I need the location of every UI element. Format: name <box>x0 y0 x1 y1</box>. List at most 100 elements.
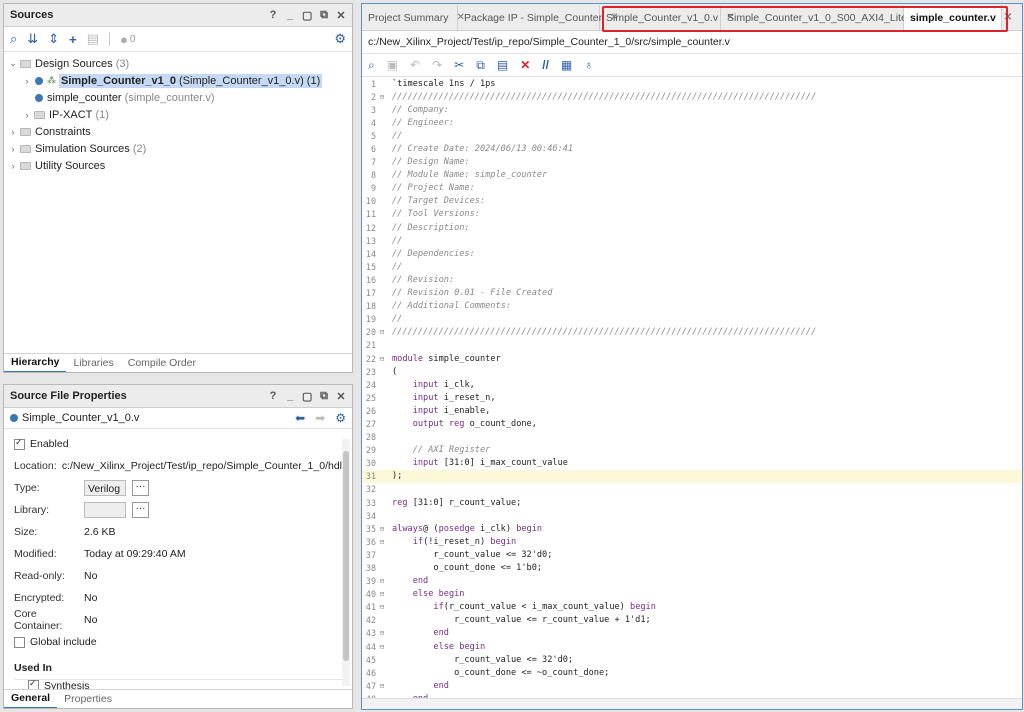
code-area[interactable]: 1 `timescale 1ns / 1ps 2 ⊟/////////////////… <box>362 77 1022 706</box>
code-line[interactable]: 44 ⊟ else begin <box>362 640 1022 653</box>
add-sources-icon[interactable]: + <box>69 32 77 47</box>
tree-item-constraints[interactable]: › Constraints <box>4 123 352 140</box>
tab-simple-counter-v1-0[interactable]: Simple_Counter_v1_0.v ✕ <box>600 5 734 30</box>
fold-marker-icon[interactable]: ⊟ <box>376 328 388 336</box>
chevron-right-icon[interactable]: › <box>8 161 18 171</box>
code-line[interactable]: 30 input [31:0] i_max_count_value <box>362 457 1022 470</box>
tab-properties[interactable]: Properties <box>57 690 119 708</box>
code-line[interactable]: 46 o_count_done <= ~o_count_done; <box>362 666 1022 679</box>
fold-marker-icon[interactable]: ⊟ <box>376 629 388 637</box>
tree-item-simulation-sources[interactable]: › Simulation Sources (2) <box>4 140 352 157</box>
comment-icon[interactable]: // <box>542 58 549 72</box>
fold-marker-icon[interactable]: ⊟ <box>376 682 388 690</box>
library-browse-button[interactable]: ··· <box>132 502 149 518</box>
code-line[interactable]: 23 ( <box>362 365 1022 378</box>
code-line[interactable]: 29 // AXI Register <box>362 444 1022 457</box>
document-icon[interactable]: ▤ <box>87 31 99 47</box>
search-icon[interactable]: ⌕ <box>368 58 375 73</box>
code-line[interactable]: 25 input i_reset_n, <box>362 391 1022 404</box>
back-arrow-icon[interactable]: ⬅ <box>295 411 305 425</box>
undo-icon[interactable]: ↶ <box>410 58 420 72</box>
code-line[interactable]: 33 reg [31:0] r_count_value; <box>362 496 1022 509</box>
code-line[interactable]: 32 <box>362 483 1022 496</box>
global-include-checkbox[interactable] <box>14 636 25 648</box>
tree-item-simple-counter-v1-0[interactable]: › ⁂ Simple_Counter_v1_0 (Simple_Counter_v… <box>4 72 352 89</box>
delete-icon[interactable]: ✕ <box>520 58 530 72</box>
library-field[interactable] <box>84 502 126 518</box>
close-icon[interactable]: ✕ <box>336 9 346 22</box>
code-line[interactable]: 11 // Tool Versions: <box>362 208 1022 221</box>
code-line[interactable]: 37 r_count_value <= 32'd0; <box>362 548 1022 561</box>
code-line[interactable]: 2 ⊟ //////////////////////////////////////… <box>362 90 1022 103</box>
minimize-icon[interactable]: _ <box>285 390 295 403</box>
chevron-right-icon[interactable]: › <box>8 127 18 137</box>
code-line[interactable]: 22 ⊟ module simple_counter <box>362 352 1022 365</box>
properties-scrollbar[interactable] <box>342 439 350 686</box>
code-line[interactable]: 19 // <box>362 313 1022 326</box>
type-field[interactable]: Verilog <box>84 480 126 496</box>
code-line[interactable]: 45 r_count_value <= 32'd0; <box>362 653 1022 666</box>
forward-arrow-icon[interactable]: ➡ <box>315 411 325 425</box>
code-line[interactable]: 3 // Company: <box>362 103 1022 116</box>
redo-icon[interactable]: ↷ <box>432 58 442 72</box>
code-line[interactable]: 1 `timescale 1ns / 1ps <box>362 77 1022 90</box>
code-line[interactable]: 14 // Dependencies: <box>362 247 1022 260</box>
expand-all-icon[interactable]: ⇕ <box>48 31 59 47</box>
code-line[interactable]: 27 output reg o_count_done, <box>362 417 1022 430</box>
help-icon[interactable]: ? <box>268 9 278 22</box>
code-line[interactable]: 31); <box>362 469 1022 483</box>
code-line[interactable]: 35 ⊟ always@ (posedge i_clk) begin <box>362 522 1022 535</box>
close-icon[interactable]: ✕ <box>336 390 346 403</box>
column-select-icon[interactable]: ▦ <box>561 58 572 72</box>
tab-simple-counter[interactable]: simple_counter.v ✕ <box>904 5 1012 30</box>
copy-icon[interactable]: ⧉ <box>476 58 485 73</box>
code-line[interactable]: 34 <box>362 509 1022 522</box>
chevron-right-icon[interactable]: › <box>22 76 32 86</box>
fold-marker-icon[interactable]: ⊟ <box>376 577 388 585</box>
tab-project-summary[interactable]: Project Summary ✕ <box>362 5 465 30</box>
chevron-right-icon[interactable]: › <box>22 110 32 120</box>
code-line[interactable]: 39 ⊟ end <box>362 575 1022 588</box>
collapse-all-icon[interactable]: ⇊ <box>27 31 38 47</box>
tree-item-ip-xact[interactable]: › IP-XACT (1) <box>4 106 352 123</box>
chevron-right-icon[interactable]: › <box>8 144 18 154</box>
tree-item-design-sources[interactable]: ⌄ Design Sources (3) <box>4 55 352 72</box>
global-include-row[interactable]: Global include <box>14 631 342 653</box>
type-browse-button[interactable]: ··· <box>132 480 149 496</box>
tab-general[interactable]: General <box>4 689 58 708</box>
tab-package-ip[interactable]: Package IP - Simple_Counter ✕ <box>458 5 619 30</box>
code-line[interactable]: 10 // Target Devices: <box>362 195 1022 208</box>
code-line[interactable]: 4 // Engineer: <box>362 116 1022 129</box>
code-line[interactable]: 20 ⊟ /////////////////////////////////////… <box>362 326 1022 339</box>
code-line[interactable]: 13 // <box>362 234 1022 247</box>
fold-marker-icon[interactable]: ⊟ <box>376 643 388 651</box>
fold-marker-icon[interactable]: ⊟ <box>376 355 388 363</box>
code-line[interactable]: 40 ⊟ else begin <box>362 588 1022 601</box>
code-line[interactable]: 21 <box>362 339 1022 352</box>
code-line[interactable]: 26 input i_enable, <box>362 404 1022 417</box>
tab-compile-order[interactable]: Compile Order <box>121 354 203 372</box>
code-line[interactable]: 38 o_count_done <= 1'b0; <box>362 561 1022 574</box>
fold-marker-icon[interactable]: ⊟ <box>376 93 388 101</box>
lightbulb-icon[interactable]: ♁ <box>584 58 593 72</box>
code-line[interactable]: 12 // Description: <box>362 221 1022 234</box>
editor-horizontal-scrollbar[interactable] <box>362 698 1022 709</box>
code-line[interactable]: 8 // Module Name: simple_counter <box>362 169 1022 182</box>
float-icon[interactable]: ⧉ <box>319 9 329 22</box>
code-line[interactable]: 9 // Project Name: <box>362 182 1022 195</box>
code-line[interactable]: 17 // Revision 0.01 - File Created <box>362 287 1022 300</box>
tab-libraries[interactable]: Libraries <box>66 354 120 372</box>
tree-item-utility-sources[interactable]: › Utility Sources <box>4 157 352 174</box>
chevron-down-icon[interactable]: ⌄ <box>8 58 18 69</box>
cut-icon[interactable]: ✂ <box>454 58 464 72</box>
minimize-icon[interactable]: _ <box>285 9 295 22</box>
help-icon[interactable]: ? <box>268 390 278 403</box>
restore-icon[interactable]: ▢ <box>302 390 312 403</box>
tab-s00-axi4-lite[interactable]: Simple_Counter_v1_0_S00_AXI4_Lite.v✕ <box>721 5 931 30</box>
code-line[interactable]: 43 ⊟ end <box>362 627 1022 640</box>
code-line[interactable]: 28 <box>362 431 1022 444</box>
search-icon[interactable]: ⌕ <box>10 31 17 47</box>
float-icon[interactable]: ⧉ <box>319 390 329 403</box>
restore-icon[interactable]: ▢ <box>302 9 312 22</box>
code-line[interactable]: 36 ⊟ if(!i_reset_n) begin <box>362 535 1022 548</box>
